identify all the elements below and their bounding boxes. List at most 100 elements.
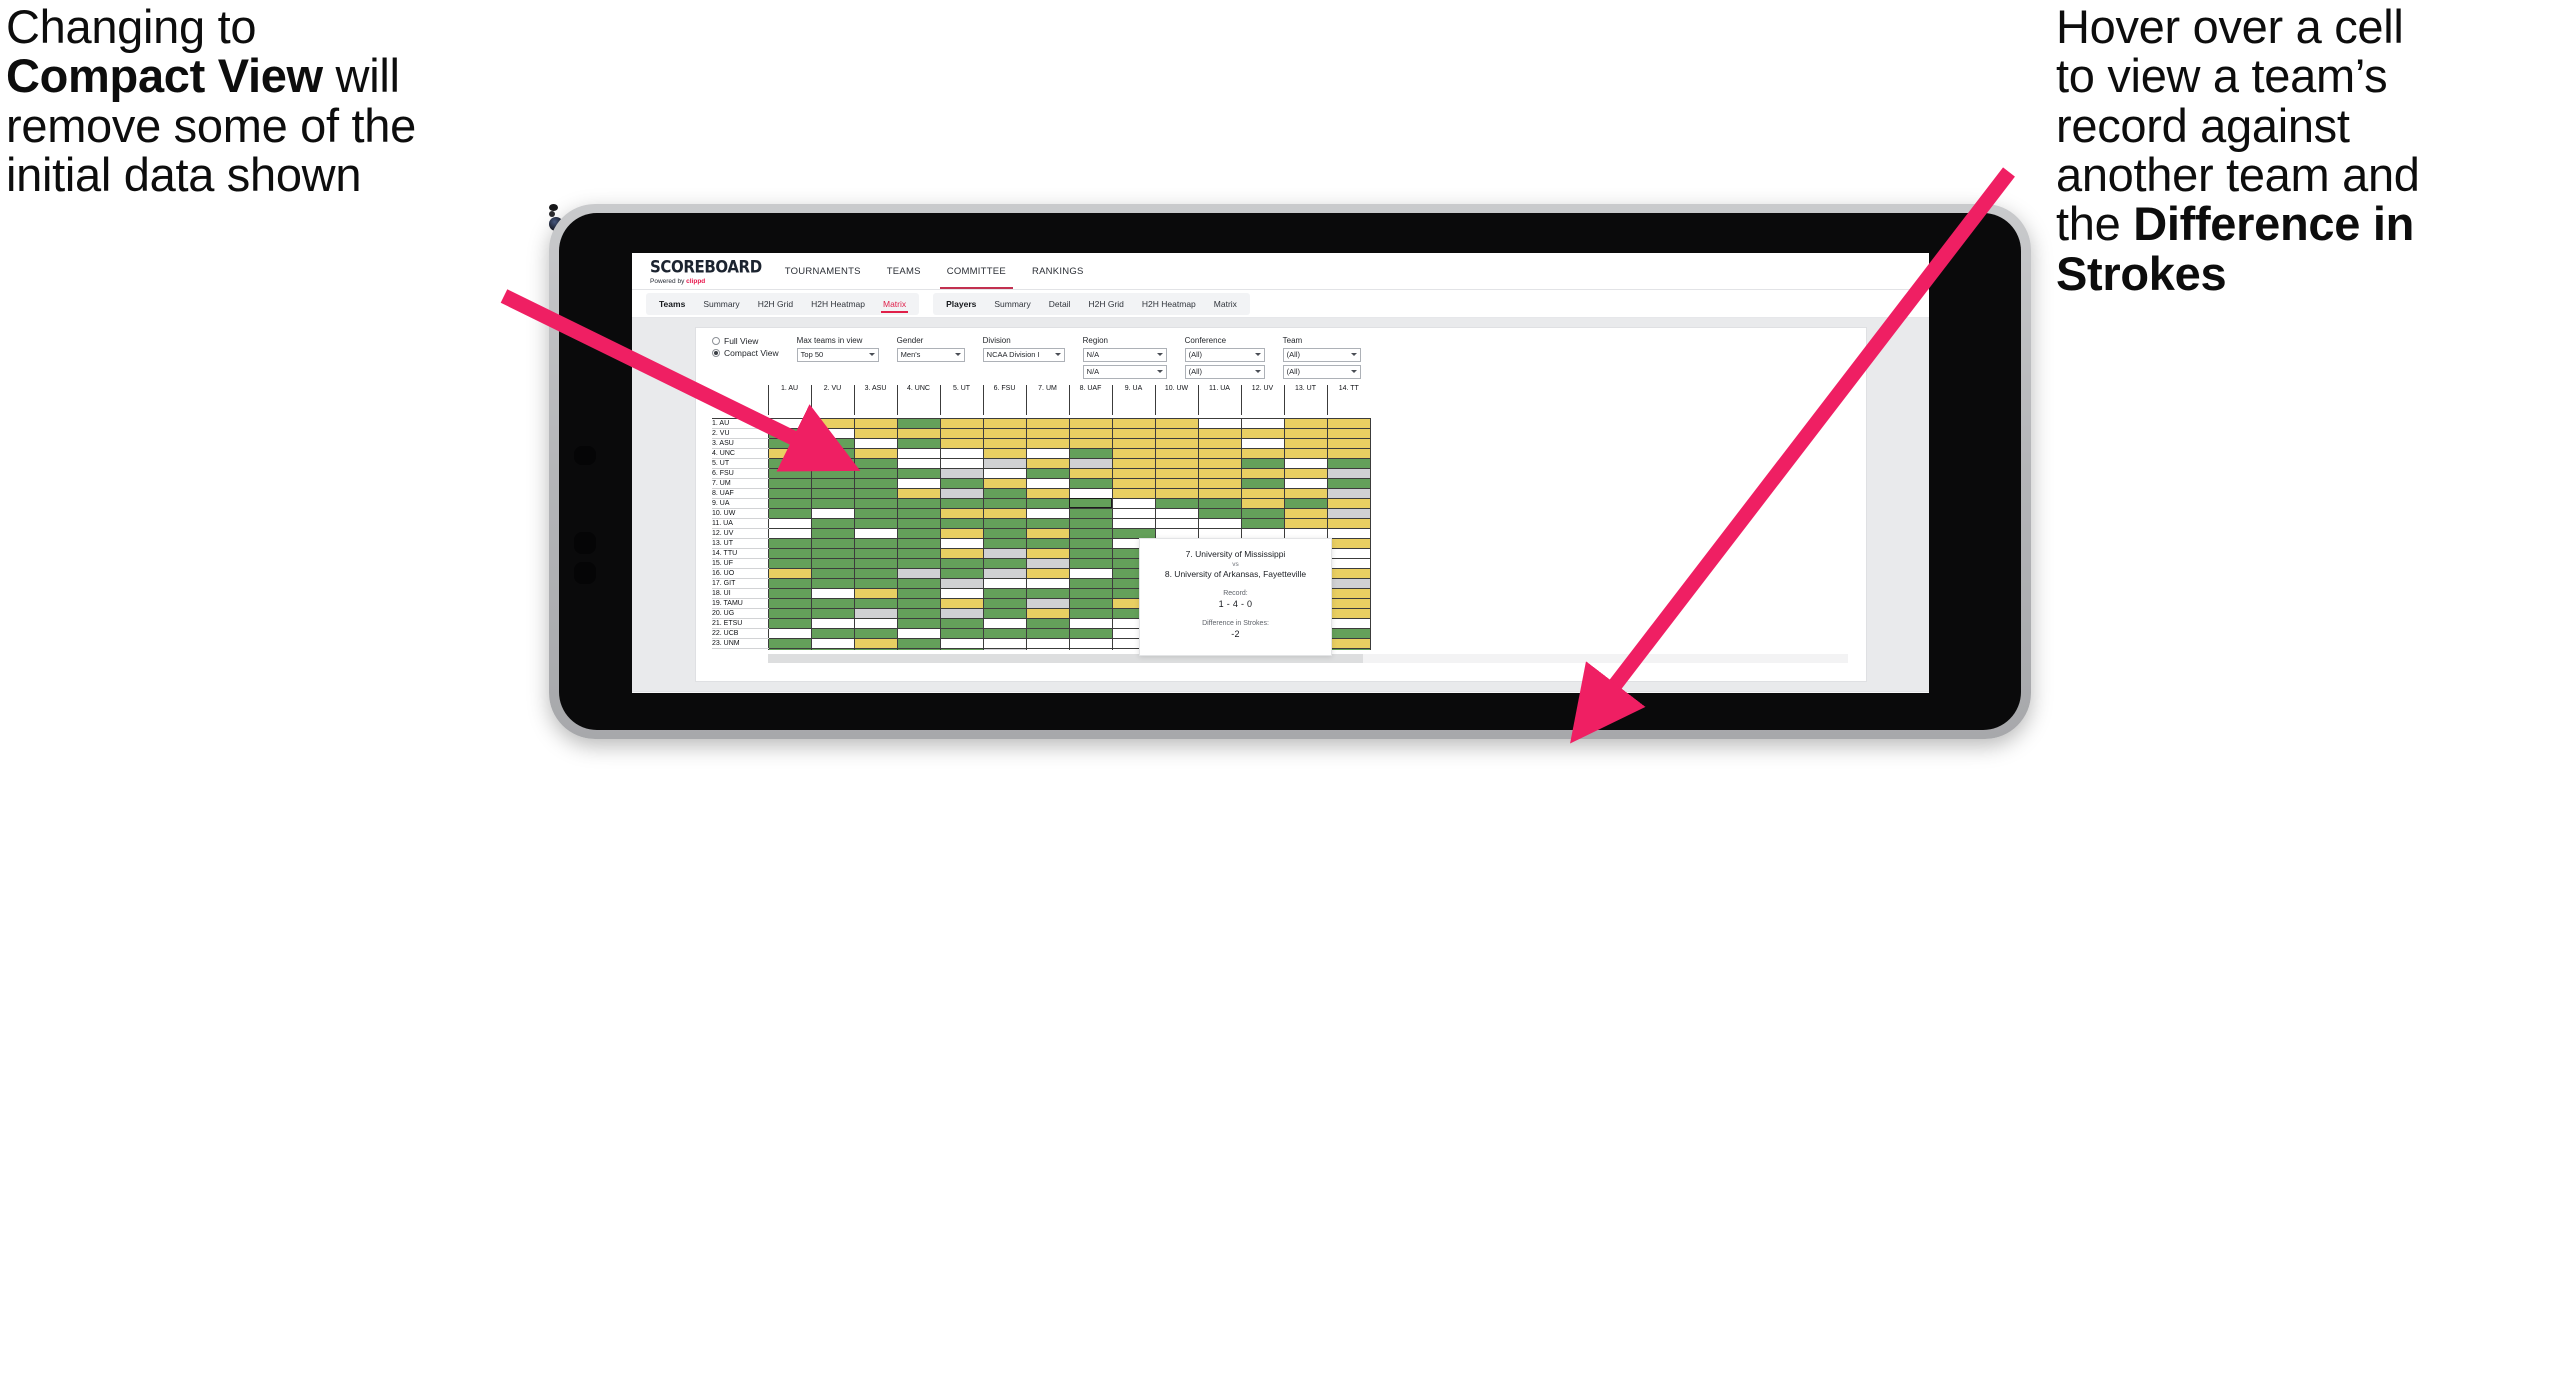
matrix-column-header[interactable]: 13. UT — [1283, 385, 1327, 415]
matrix-cell[interactable] — [767, 458, 812, 469]
matrix-cell[interactable] — [810, 508, 855, 519]
matrix-column-header[interactable]: 14. TT — [1326, 385, 1370, 415]
matrix-cell[interactable] — [767, 498, 812, 509]
matrix-cell[interactable] — [1068, 428, 1113, 439]
matrix-cell[interactable] — [1068, 458, 1113, 469]
matrix-cell[interactable] — [853, 568, 898, 579]
matrix-cell[interactable] — [896, 558, 941, 569]
matrix-cell[interactable] — [1197, 518, 1242, 529]
matrix-cell[interactable] — [1068, 468, 1113, 479]
matrix-row-header[interactable]: 17. GIT — [712, 578, 769, 589]
matrix-cell[interactable] — [853, 508, 898, 519]
matrix-cell[interactable] — [982, 568, 1027, 579]
matrix-row-header[interactable]: 16. UO — [712, 568, 769, 579]
matrix-cell[interactable] — [767, 488, 812, 499]
matrix-cell[interactable] — [1240, 508, 1285, 519]
matrix-cell[interactable] — [1025, 488, 1070, 499]
matrix-cell[interactable] — [1326, 528, 1371, 539]
matrix-cell[interactable] — [1283, 498, 1328, 509]
matrix-cell[interactable] — [1326, 618, 1371, 629]
tab-teams-h2h-grid[interactable]: H2H Grid — [749, 293, 802, 315]
matrix-cell[interactable] — [939, 608, 984, 619]
matrix-cell[interactable] — [896, 448, 941, 459]
matrix-cell[interactable] — [939, 578, 984, 589]
matrix-cell[interactable] — [767, 438, 812, 449]
tab-players-h2h-heatmap[interactable]: H2H Heatmap — [1133, 293, 1205, 315]
matrix-cell[interactable] — [896, 618, 941, 629]
matrix-cell[interactable] — [853, 588, 898, 599]
matrix-cell[interactable] — [1068, 528, 1113, 539]
radio-compact-view[interactable]: Compact View — [712, 348, 779, 358]
matrix-row-header[interactable]: 15. UF — [712, 558, 769, 569]
matrix-cell[interactable] — [810, 478, 855, 489]
brand-logo[interactable]: SCOREBOARD Powered by clippd — [632, 253, 772, 289]
matrix-cell[interactable] — [810, 448, 855, 459]
matrix-cell[interactable] — [982, 428, 1027, 439]
tab-teams-h2h-heatmap[interactable]: H2H Heatmap — [802, 293, 874, 315]
matrix-cell[interactable] — [1068, 488, 1113, 499]
matrix-cell[interactable] — [939, 428, 984, 439]
matrix-cell[interactable] — [939, 448, 984, 459]
matrix-cell[interactable] — [896, 478, 941, 489]
matrix-cell[interactable] — [1068, 498, 1113, 509]
matrix-cell[interactable] — [982, 448, 1027, 459]
matrix-cell[interactable] — [1025, 448, 1070, 459]
matrix-row-header[interactable]: 4. UNC — [712, 448, 769, 459]
matrix-cell[interactable] — [767, 578, 812, 589]
matrix-cell[interactable] — [767, 638, 812, 649]
matrix-cell[interactable] — [810, 638, 855, 649]
matrix-cell[interactable] — [1240, 448, 1285, 459]
matrix-cell[interactable] — [1240, 468, 1285, 479]
matrix-cell[interactable] — [896, 498, 941, 509]
matrix-cell[interactable] — [939, 508, 984, 519]
matrix-cell[interactable] — [1326, 418, 1371, 429]
matrix-cell[interactable] — [767, 478, 812, 489]
matrix-cell[interactable] — [853, 458, 898, 469]
matrix-cell[interactable] — [810, 618, 855, 629]
matrix-cell[interactable] — [1154, 428, 1199, 439]
matrix-cell[interactable] — [1283, 478, 1328, 489]
matrix-cell[interactable] — [1068, 578, 1113, 589]
tab-players-detail[interactable]: Detail — [1040, 293, 1080, 315]
matrix-cell[interactable] — [1240, 518, 1285, 529]
matrix-cell[interactable] — [767, 538, 812, 549]
matrix-cell[interactable] — [1197, 428, 1242, 439]
matrix-cell[interactable] — [1068, 508, 1113, 519]
matrix-cell[interactable] — [896, 488, 941, 499]
matrix-cell[interactable] — [853, 628, 898, 639]
nav-rankings[interactable]: RANKINGS — [1019, 253, 1097, 289]
matrix-cell[interactable] — [767, 608, 812, 619]
matrix-cell[interactable] — [767, 628, 812, 639]
tab-players-summary[interactable]: Summary — [985, 293, 1039, 315]
matrix-cell[interactable] — [1240, 478, 1285, 489]
conference-select-1[interactable]: (All) — [1184, 347, 1265, 362]
nav-committee[interactable]: COMMITTEE — [933, 253, 1019, 289]
nav-teams[interactable]: TEAMS — [874, 253, 934, 289]
region-select-1[interactable]: N/A — [1082, 347, 1167, 362]
matrix-column-header[interactable]: 6. FSU — [982, 385, 1026, 415]
matrix-cell[interactable] — [1326, 598, 1371, 609]
radio-full-view[interactable]: Full View — [712, 337, 779, 346]
matrix-cell[interactable] — [1154, 488, 1199, 499]
matrix-cell[interactable] — [1025, 538, 1070, 549]
matrix-cell[interactable] — [1283, 468, 1328, 479]
matrix-row-header[interactable]: 10. UW — [712, 508, 769, 519]
matrix-cell[interactable] — [810, 458, 855, 469]
matrix-column-header[interactable]: 7. UM — [1025, 385, 1069, 415]
tab-players-matrix[interactable]: Matrix — [1205, 293, 1246, 315]
matrix-cell[interactable] — [767, 618, 812, 629]
matrix-cell[interactable] — [1025, 558, 1070, 569]
matrix-cell[interactable] — [1111, 498, 1156, 509]
matrix-row-header[interactable]: 24. UO — [712, 648, 769, 650]
tab-teams-matrix[interactable]: Matrix — [874, 293, 915, 315]
matrix-cell[interactable] — [853, 448, 898, 459]
matrix-cell[interactable] — [1154, 498, 1199, 509]
matrix-cell[interactable] — [896, 438, 941, 449]
matrix-cell[interactable] — [853, 438, 898, 449]
matrix-cell[interactable] — [982, 478, 1027, 489]
matrix-row-header[interactable]: 22. UCB — [712, 628, 769, 639]
matrix-cell[interactable] — [939, 588, 984, 599]
matrix-cell[interactable] — [1025, 518, 1070, 529]
matrix-cell[interactable] — [896, 468, 941, 479]
matrix-cell[interactable] — [810, 568, 855, 579]
